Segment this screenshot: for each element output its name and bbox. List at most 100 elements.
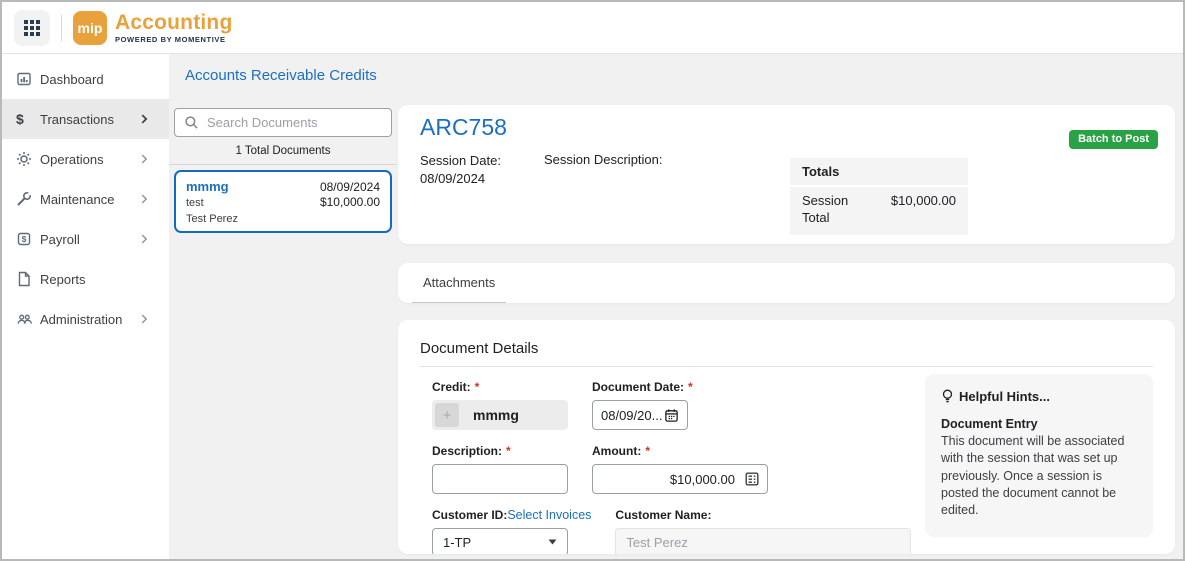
totals-row-value: $10,000.00 (862, 193, 956, 208)
grid-icon (24, 20, 40, 36)
customer-name-field: Test Perez (615, 528, 911, 554)
details-heading: Document Details (420, 340, 1153, 357)
document-date-label: Document Date: (592, 380, 684, 394)
sidebar-item-transactions[interactable]: $ Transactions (2, 99, 169, 139)
totals-header: Totals (790, 158, 968, 185)
document-customer: Test Perez (186, 213, 380, 225)
lightbulb-icon (941, 389, 954, 404)
chevron-right-icon (137, 192, 151, 206)
gear-icon (16, 151, 40, 167)
customer-id-label: Customer ID: (432, 508, 507, 522)
mip-logo[interactable]: mip (73, 11, 107, 45)
search-box[interactable] (174, 108, 392, 137)
session-id: ARC758 (420, 114, 1153, 141)
session-date-label: Session Date: (420, 152, 510, 170)
chevron-right-icon (137, 152, 151, 166)
amount-label: Amount: (592, 444, 641, 458)
document-details-card: Document Details Credit: * + mmmg (398, 320, 1175, 554)
sidebar-item-reports[interactable]: Reports (2, 259, 169, 299)
required-asterisk: * (506, 444, 511, 458)
required-asterisk: * (645, 444, 650, 458)
total-documents-label: 1 Total Documents (169, 137, 397, 165)
topbar-divider (61, 15, 62, 41)
sidebar-item-administration[interactable]: Administration (2, 299, 169, 339)
chevron-right-icon (137, 112, 151, 126)
chevron-right-icon (137, 312, 151, 326)
calendar-icon[interactable] (664, 408, 679, 423)
mip-logo-text: mip (78, 20, 103, 36)
search-icon (184, 115, 199, 130)
sidebar-item-maintenance[interactable]: Maintenance (2, 179, 169, 219)
credit-value: mmmg (473, 407, 519, 423)
dollar-icon: $ (16, 111, 40, 127)
app-launcher-button[interactable] (14, 10, 50, 46)
status-badge: Batch to Post (1069, 130, 1158, 149)
sidebar-item-payroll[interactable]: $ Payroll (2, 219, 169, 259)
sidebar: Dashboard $ Transactions Operations (2, 54, 169, 559)
top-bar: mip Accounting POWERED BY MOMENTIVE (2, 2, 1183, 54)
people-icon (16, 311, 40, 327)
helpful-hints-panel: Helpful Hints... Document Entry This doc… (925, 374, 1153, 537)
calculator-icon[interactable] (744, 471, 760, 487)
totals-row: Session Total $10,000.00 (790, 187, 968, 235)
sidebar-item-label: Administration (40, 312, 122, 327)
document-name: mmmg (186, 179, 229, 194)
brand-name: Accounting (115, 12, 233, 33)
dashboard-icon (16, 71, 40, 87)
document-date: 08/09/2024 (320, 180, 380, 194)
plus-icon: + (443, 407, 452, 424)
caret-down-icon (548, 539, 557, 545)
credit-label: Credit: (432, 380, 471, 394)
amount-field[interactable]: $10,000.00 (592, 464, 768, 494)
document-icon (16, 271, 40, 287)
hints-heading: Document Entry (941, 417, 1137, 431)
customer-name-label: Customer Name: (615, 508, 711, 522)
sidebar-item-label: Transactions (40, 112, 114, 127)
documents-panel: Accounts Receivable Credits 1 Total Docu… (169, 54, 397, 559)
sidebar-item-label: Dashboard (40, 72, 104, 87)
select-invoices-link[interactable]: Select Invoices (507, 508, 591, 522)
wrench-icon (16, 191, 40, 207)
document-description: test (186, 197, 204, 209)
customer-id-value: 1-TP (443, 535, 471, 550)
add-credit-button[interactable]: + (435, 403, 459, 427)
page-title: Accounts Receivable Credits (185, 67, 397, 84)
document-amount: $10,000.00 (320, 195, 380, 209)
sidebar-item-label: Maintenance (40, 192, 114, 207)
required-asterisk: * (475, 380, 480, 394)
details-divider (420, 366, 1153, 367)
session-date-value: 08/09/2024 (420, 170, 510, 188)
document-date-value: 08/09/20... (601, 408, 662, 423)
search-input[interactable] (207, 115, 383, 130)
hints-title: Helpful Hints... (959, 389, 1050, 404)
document-date-field[interactable]: 08/09/20... (592, 400, 688, 430)
sidebar-item-dashboard[interactable]: Dashboard (2, 59, 169, 99)
svg-text:$: $ (22, 234, 27, 244)
session-description-label: Session Description: (544, 152, 663, 187)
sidebar-item-label: Reports (40, 272, 86, 287)
description-input[interactable] (432, 464, 568, 494)
brand-tagline: POWERED BY MOMENTIVE (115, 36, 233, 44)
hints-body: This document will be associated with th… (941, 433, 1137, 519)
credit-field: + mmmg (432, 400, 568, 430)
customer-id-select[interactable]: 1-TP (432, 528, 568, 554)
customer-name-value: Test Perez (626, 535, 687, 550)
description-label: Description: (432, 444, 502, 458)
brand-block: Accounting POWERED BY MOMENTIVE (115, 12, 233, 44)
document-list-item[interactable]: mmmg 08/09/2024 test $10,000.00 Test Per… (174, 170, 392, 233)
amount-value: $10,000.00 (670, 472, 735, 487)
chevron-right-icon (137, 232, 151, 246)
tab-attachments[interactable]: Attachments (412, 263, 506, 303)
payroll-icon: $ (16, 231, 40, 247)
tab-label: Attachments (423, 275, 495, 290)
attachments-card: Attachments (398, 263, 1175, 303)
session-header-card: ARC758 Session Date: 08/09/2024 Session … (398, 105, 1175, 244)
sidebar-item-label: Payroll (40, 232, 80, 247)
app-window: mip Accounting POWERED BY MOMENTIVE Dash… (0, 0, 1185, 561)
sidebar-item-operations[interactable]: Operations (2, 139, 169, 179)
sidebar-item-label: Operations (40, 152, 104, 167)
main-content: ARC758 Session Date: 08/09/2024 Session … (397, 54, 1183, 559)
required-asterisk: * (688, 380, 693, 394)
totals-row-label: Session Total (802, 193, 862, 227)
totals-table: Totals Session Total $10,000.00 (790, 158, 968, 235)
